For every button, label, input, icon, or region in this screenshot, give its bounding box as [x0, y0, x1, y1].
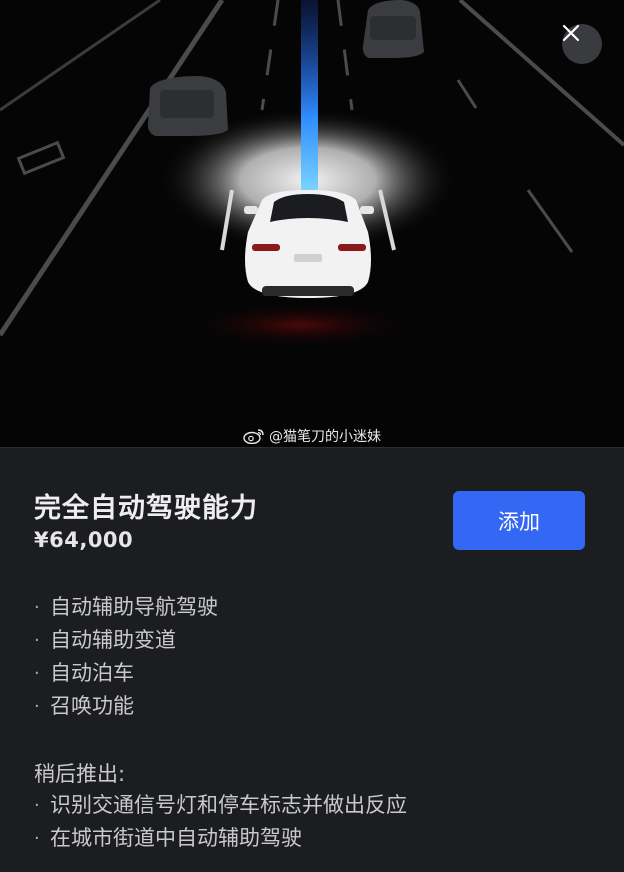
feature-list: · 自动辅助导航驾驶 · 自动辅助变道 · 自动泊车 · 召唤功能 [34, 591, 218, 723]
coming-later-heading: 稍后推出: [34, 762, 126, 786]
close-icon [562, 24, 580, 42]
list-item: · 召唤功能 [34, 694, 134, 718]
list-item: · 识别交通信号灯和停车标志并做出反应 [34, 793, 407, 817]
product-price: ¥64,000 [34, 528, 134, 552]
weibo-icon [243, 429, 264, 444]
list-item: · 在城市街道中自动辅助驾驶 [34, 826, 302, 850]
add-button[interactable]: 添加 [453, 491, 585, 550]
list-item: · 自动辅助导航驾驶 [34, 595, 218, 619]
product-panel: 完全自动驾驶能力 ¥64,000 添加 · 自动辅助导航驾驶 · 自动辅助变道 · 自… [0, 447, 624, 872]
list-item: · 自动辅助变道 [34, 628, 176, 652]
list-item: · 自动泊车 [34, 661, 134, 685]
product-title: 完全自动驾驶能力 [34, 493, 258, 524]
watermark: @猫笔刀的小迷妹 [0, 426, 624, 446]
watermark-text: @猫笔刀的小迷妹 [269, 429, 381, 445]
car-icon [362, 0, 424, 58]
autopilot-visualization [0, 0, 624, 447]
close-button[interactable] [562, 24, 602, 64]
ego-car [244, 190, 374, 298]
navigation-path [301, 0, 318, 195]
road-edge-right [458, 0, 624, 147]
car-icon [147, 76, 228, 136]
road-scene [0, 0, 624, 349]
upcoming-feature-list: · 识别交通信号灯和停车标志并做出反应 · 在城市街道中自动辅助驾驶 [34, 789, 407, 855]
